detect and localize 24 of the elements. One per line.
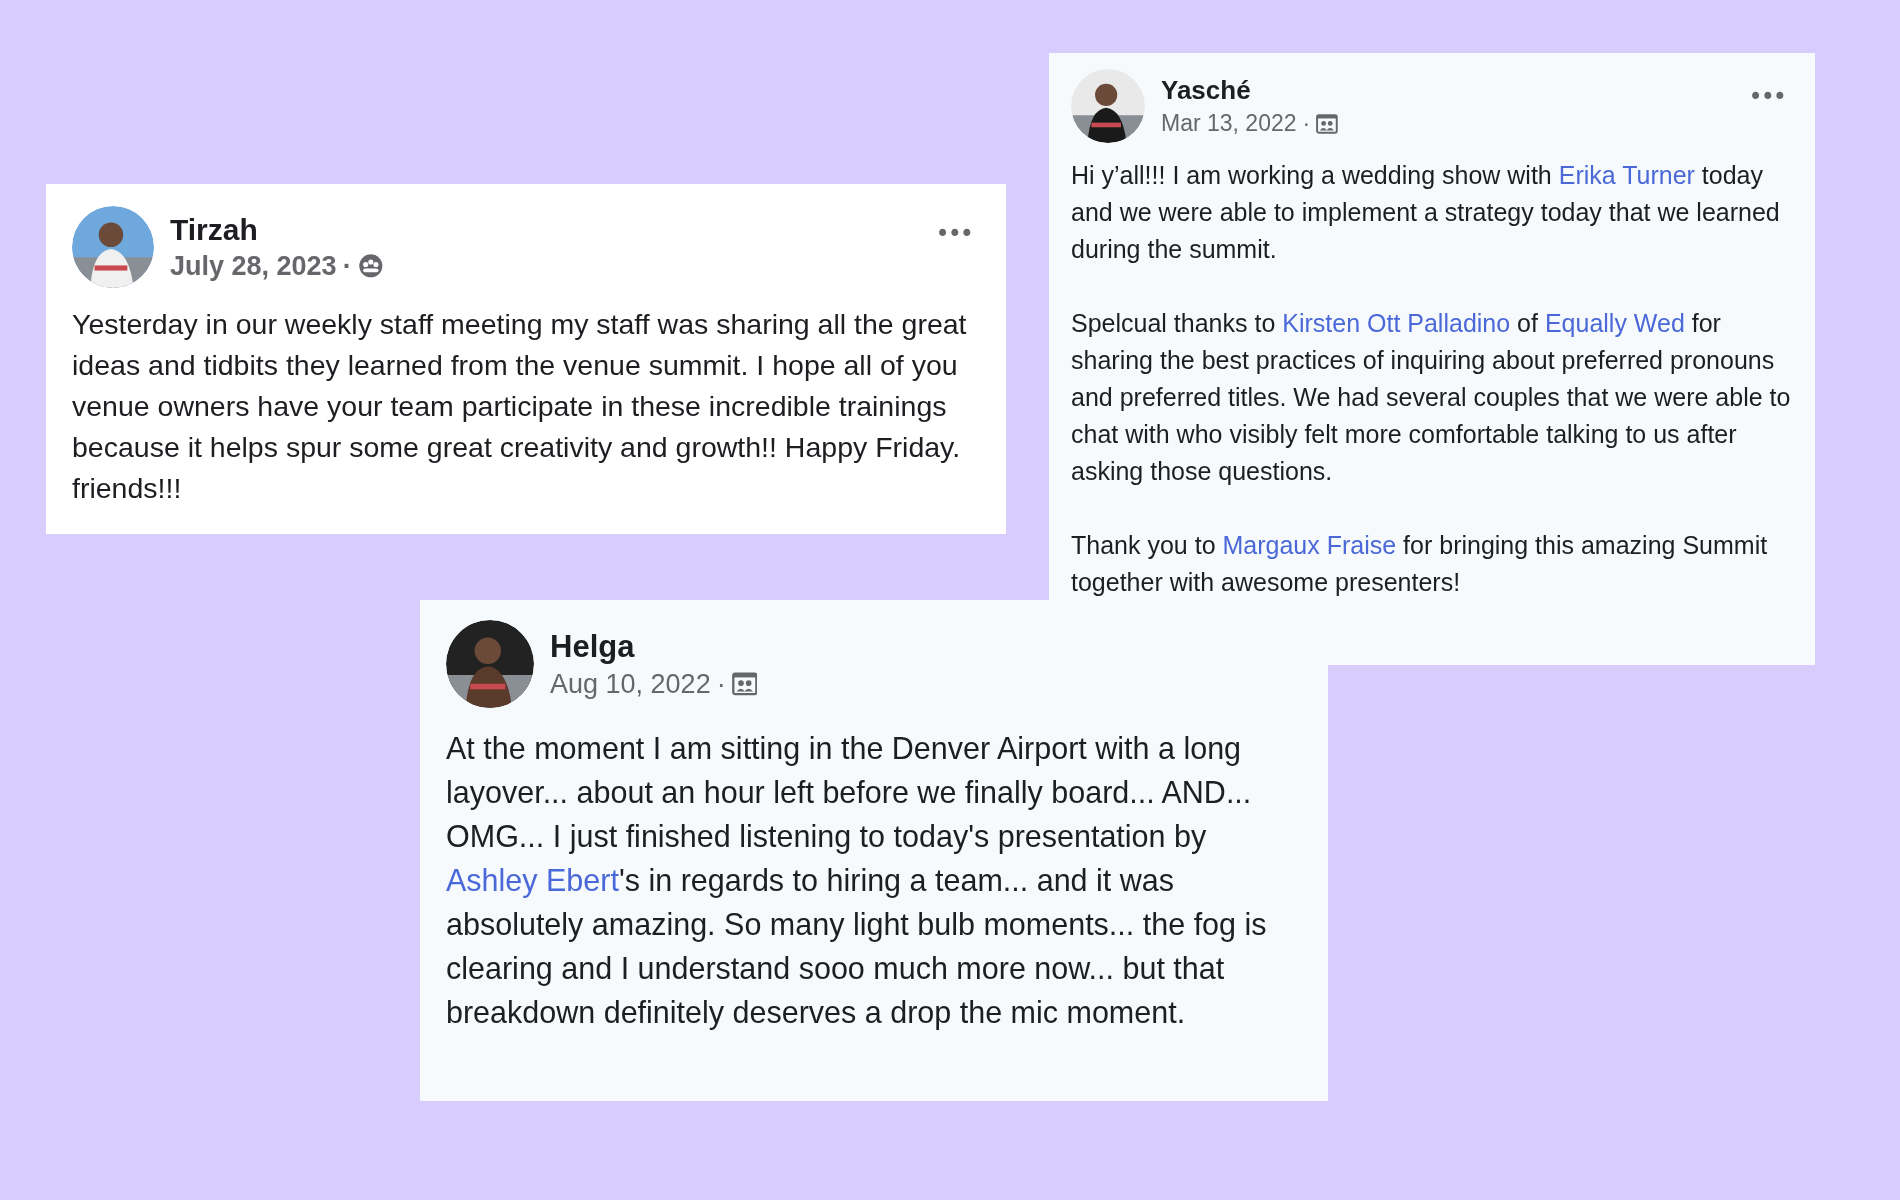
author-name[interactable]: Yasché	[1161, 75, 1251, 106]
group-icon	[731, 671, 758, 697]
post-date[interactable]: Aug 10, 2022	[550, 668, 711, 700]
profile-link[interactable]: Erika Turner	[1558, 161, 1695, 189]
profile-link[interactable]: Margaux Fraise	[1222, 531, 1397, 559]
post-text: Hi y’all!!! I am working a wedding show with Erika Turner today and we were able to implement a strategy today that we learned during the summit.	[1071, 160, 1781, 265]
profile-link[interactable]: Kirsten Ott Palladino	[1282, 309, 1511, 337]
post-text: Yesterday in our weekly staff meeting my staff was sharing all the great ideas and tidbits they learned from the venue summit. I hope all of you venue owners have your team participate in these incredible trainings because it helps spur some great creativity and growth!! Happy Friday. friends!!!	[72, 307, 968, 506]
profile-link[interactable]: Equally Wed	[1544, 309, 1685, 337]
profile-link[interactable]: Ashley Ebert	[446, 863, 619, 897]
group-icon	[1316, 112, 1339, 135]
friends-icon	[357, 253, 384, 279]
more-options-button[interactable]: •••	[1740, 77, 1793, 117]
post-date[interactable]: July 28, 2023	[170, 250, 337, 282]
post-date[interactable]: Mar 13, 2022	[1161, 110, 1297, 137]
separator-dot: ·	[1302, 110, 1311, 137]
author-name[interactable]: Helga	[550, 628, 635, 665]
author-name[interactable]: Tirzah	[170, 212, 258, 247]
more-options-button[interactable]: •••	[927, 214, 980, 254]
post-text: Spelcual thanks to Kirsten Ott Palladino of Equally Wed for sharing the best practices of inquiring about preferred pronouns and preferred titles. We had several couples that we were able to chat with who visibly felt more comfortable talking to us after asking those questions.	[1071, 308, 1792, 487]
post-text: Thank you to Margaux Fraise for bringing this amazing Summit together with awesome presenters!	[1071, 530, 1769, 598]
post-text: At the moment I am sitting in the Denver Airport with a long layover... about an hour left before we finally board... AND... OMG... I just finished listening to today's presentation by Ashley Ebert's in regards to hiring a team... and it was absolutely amazing. So many light bulb moments... the fog is clearing and I understand sooo much more now... but that breakdown definitely deserves a drop the mic moment.	[446, 730, 1268, 1032]
separator-dot: ·	[716, 668, 726, 700]
separator-dot: ·	[342, 250, 352, 282]
